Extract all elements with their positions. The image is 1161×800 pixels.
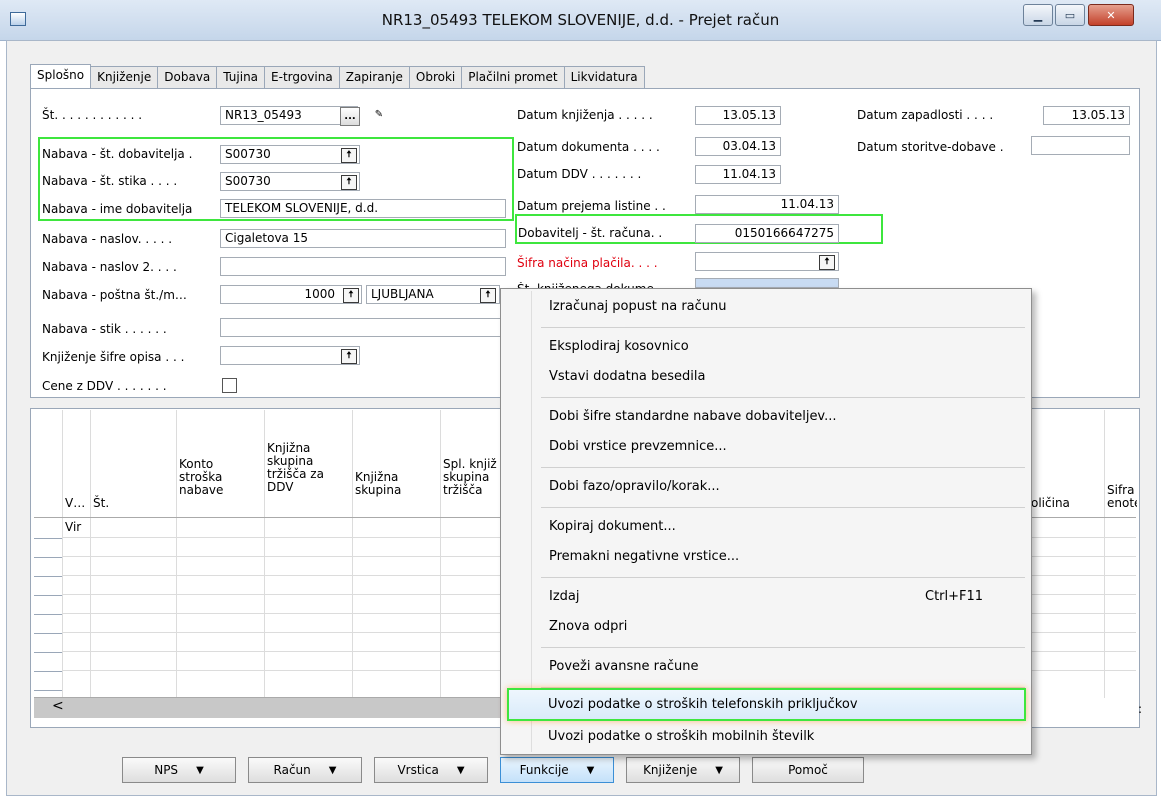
col-header-knjizna-ddv[interactable]: Knjižna skupina tržišča za DDV <box>267 442 347 494</box>
racun-button[interactable]: Račun ▼ <box>248 757 362 783</box>
menu-item-reopen[interactable]: Znova odpri <box>549 619 627 634</box>
horizontal-scrollbar[interactable] <box>34 697 500 718</box>
menu-item-get-std-codes[interactable]: Dobi šifre standardne nabave dobavitelje… <box>549 409 837 424</box>
vendor-invoice-field[interactable]: 0150166647275 <box>695 224 839 243</box>
menu-item-import-mobile-costs[interactable]: Uvozi podatke o stroških mobilnih števil… <box>548 729 814 744</box>
payment-method-label: Šifra načina plačila. . . . <box>517 256 658 270</box>
due-date-label: Datum zapadlosti . . . . <box>857 108 994 122</box>
chevron-down-icon: ▼ <box>586 764 595 776</box>
address-field[interactable]: Cigaletova 15 <box>220 229 506 248</box>
menu-item-calc-discount[interactable]: Izračunaj popust na računu <box>549 299 727 314</box>
col-header-st[interactable]: Št. <box>93 497 109 510</box>
contact-field[interactable] <box>220 318 506 337</box>
posting-date-field[interactable]: 13.05.13 <box>695 106 781 125</box>
assist-edit-button[interactable]: ... <box>340 107 360 126</box>
post-code-field[interactable]: 1000 <box>220 285 362 304</box>
menu-item-release[interactable]: Izdaj <box>549 589 580 604</box>
contact-no-lookup-icon[interactable]: 🠅 <box>341 175 357 190</box>
col-header-knjizna-skupina[interactable]: Knjižna skupina <box>355 471 435 497</box>
tab-splosno[interactable]: Splošno <box>30 64 92 89</box>
contact-no-label: Nabava - št. stika . . . . <box>42 174 178 188</box>
menu-item-copy-document[interactable]: Kopiraj dokument... <box>549 519 676 534</box>
tab-tujina[interactable]: Tujina <box>216 66 266 88</box>
due-date-field[interactable]: 13.05.13 <box>1043 106 1130 125</box>
service-date-label: Datum storitve-dobave . <box>857 140 1004 154</box>
menu-item-explode-bom[interactable]: Eksplodiraj kosovnico <box>549 339 689 354</box>
city-lookup-icon[interactable]: 🠅 <box>480 288 496 303</box>
window-title: NR13_05493 TELEKOM SLOVENIJE, d.d. - Pre… <box>381 11 780 29</box>
vrstica-button[interactable]: Vrstica ▼ <box>374 757 488 783</box>
close-icon[interactable]: ✕ <box>1088 4 1134 26</box>
scroll-left-icon[interactable]: < <box>52 698 64 714</box>
col-header-v[interactable]: V… <box>65 497 85 510</box>
menu-item-get-receipt-lines[interactable]: Dobi vrstice prevzemnice... <box>549 439 727 454</box>
tab-zapiranje[interactable]: Zapiranje <box>338 66 410 88</box>
vat-date-field[interactable]: 11.04.13 <box>695 165 781 184</box>
col-header-konto[interactable]: Konto stroška nabave <box>179 458 259 497</box>
service-date-field[interactable] <box>1031 136 1130 155</box>
receipt-date-label: Datum prejema listine . . <box>517 199 666 213</box>
tab-placilni-promet[interactable]: Plačilni promet <box>461 66 565 88</box>
vendor-no-label: Nabava - št. dobavitelja . <box>42 147 193 161</box>
maximize-icon[interactable]: ▭ <box>1055 4 1085 26</box>
tab-dobava[interactable]: Dobava <box>157 66 218 88</box>
menu-item-import-phone-costs[interactable]: Uvozi podatke o stroških telefonskih pri… <box>548 697 858 712</box>
menu-item-link-prepayments[interactable]: Poveži avansne račune <box>549 659 699 674</box>
menu-item-insert-ext-text[interactable]: Vstavi dodatna besedila <box>549 369 706 384</box>
st-label: Št. . . . . . . . . . . . <box>42 108 143 122</box>
address-label: Nabava - naslov. . . . . <box>42 232 173 246</box>
document-date-field[interactable]: 03.04.13 <box>695 137 781 156</box>
prices-vat-label: Cene z DDV . . . . . . . <box>42 379 167 393</box>
desc-code-field[interactable] <box>220 346 360 365</box>
tab-obroki[interactable]: Obroki <box>408 66 463 88</box>
posting-doc-field[interactable] <box>695 278 839 288</box>
row-selectors[interactable] <box>34 520 62 708</box>
pencil-icon[interactable]: ✎ <box>370 106 388 123</box>
chevron-down-icon: ▼ <box>196 764 204 776</box>
chevron-down-icon: ▼ <box>715 764 723 776</box>
contact-label: Nabava - stik . . . . . . <box>42 322 167 336</box>
funkcije-button[interactable]: Funkcije ▼ <box>500 757 614 783</box>
vendor-no-lookup-icon[interactable]: 🠅 <box>341 148 357 163</box>
col-header-kolicina[interactable]: oličina <box>1031 497 1070 510</box>
col-header-spl-knjiz[interactable]: Spl. knjiž skupina tržišča <box>443 458 501 497</box>
contact-no-field[interactable]: S00730 <box>220 172 360 191</box>
address2-label: Nabava - naslov 2. . . . <box>42 260 177 274</box>
tab-knjizenje[interactable]: Knjiženje <box>90 66 159 88</box>
minimize-icon[interactable]: ▁ <box>1023 4 1053 26</box>
nps-button[interactable]: NPS ▼ <box>122 757 236 783</box>
receipt-date-field[interactable]: 11.04.13 <box>695 195 839 214</box>
row-type-value[interactable]: Vir <box>65 520 81 534</box>
col-header-sifra-enote[interactable]: Šifra enote <box>1107 484 1137 510</box>
payment-method-field[interactable] <box>695 252 839 271</box>
menu-item-release-shortcut: Ctrl+F11 <box>925 589 984 604</box>
tab-e-trgovina[interactable]: E-trgovina <box>264 66 340 88</box>
vat-date-label: Datum DDV . . . . . . . <box>517 167 642 181</box>
chevron-down-icon: ▼ <box>328 764 337 776</box>
desc-code-lookup-icon[interactable]: 🠅 <box>341 349 357 364</box>
chevron-down-icon: ▼ <box>456 764 465 776</box>
vendor-no-field[interactable]: S00730 <box>220 145 360 164</box>
tab-strip: Splošno Knjiženje Dobava Tujina E-trgovi… <box>30 64 645 89</box>
functions-context-menu: Izračunaj popust na računu Eksplodiraj k… <box>500 288 1032 755</box>
scroll-right-icon[interactable]: : <box>1138 702 1142 716</box>
posting-date-label: Datum knjiženja . . . . . <box>517 108 653 122</box>
knjizenje-button[interactable]: Knjiženje ▼ <box>626 757 740 783</box>
menu-item-get-phase[interactable]: Dobi fazo/opravilo/korak... <box>549 479 720 494</box>
vendor-name-label: Nabava - ime dobavitelja <box>42 202 193 216</box>
address2-field[interactable] <box>220 257 506 276</box>
tab-likvidatura[interactable]: Likvidatura <box>563 66 645 88</box>
st-field[interactable]: NR13_05493 <box>220 106 358 125</box>
payment-method-lookup-icon[interactable]: 🠅 <box>819 255 835 270</box>
prices-vat-checkbox[interactable] <box>222 378 237 393</box>
post-code-label: Nabava - poštna št./m… <box>42 288 187 302</box>
vendor-invoice-label: Dobavitelj - št. računa. . <box>518 226 663 240</box>
document-date-label: Datum dokumenta . . . . <box>517 140 660 154</box>
post-code-lookup-icon[interactable]: 🠅 <box>343 288 359 303</box>
pomoc-button[interactable]: Pomoč <box>752 757 864 783</box>
menu-item-move-negative-lines[interactable]: Premakni negativne vrstice... <box>549 549 739 564</box>
desc-code-label: Knjiženje šifre opisa . . . <box>42 350 185 364</box>
vendor-name-field[interactable]: TELEKOM SLOVENIJE, d.d. <box>220 199 506 218</box>
